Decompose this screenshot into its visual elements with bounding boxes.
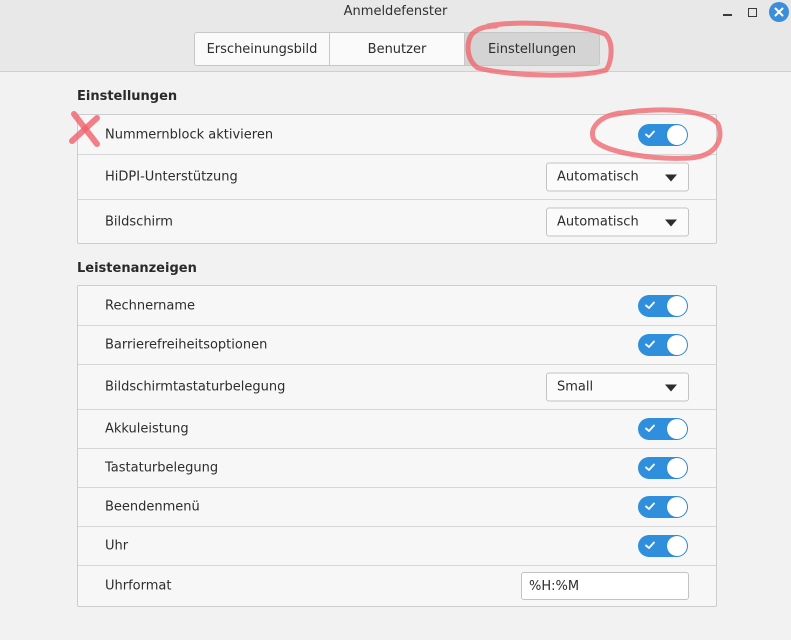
row-akkuleistung: Akkuleistung	[78, 410, 716, 449]
section-title-leistenanzeigen: Leistenanzeigen	[77, 261, 197, 276]
title-bar: Anmeldefenster Erscheinungsbild Benutzer…	[0, 0, 791, 72]
tab-einstellungen[interactable]: Einstellungen	[465, 33, 599, 65]
check-icon	[645, 541, 655, 549]
dropdown-value: Automatisch	[557, 214, 639, 229]
row-label: Beendenmenü	[105, 499, 200, 515]
caret-down-icon	[665, 219, 677, 226]
row-uhr: Uhr	[78, 527, 716, 566]
row-hidpi: HiDPI-Unterstützung Automatisch	[78, 155, 716, 200]
tab-erscheinungsbild[interactable]: Erscheinungsbild	[195, 33, 330, 65]
switch-knob	[667, 458, 687, 478]
settings-panel: Nummernblock aktivieren HiDPI-Unterstütz…	[77, 114, 717, 244]
window-title: Anmeldefenster	[343, 4, 448, 19]
row-rechnername: Rechnername	[78, 286, 716, 326]
minimize-icon	[722, 14, 732, 16]
check-icon	[645, 463, 655, 471]
switch-knob	[667, 295, 687, 316]
close-icon	[774, 7, 784, 17]
panel-indicators: Rechnername Barrierefreiheitsoptionen Bi…	[77, 285, 717, 607]
row-label: Bildschirmtastaturbelegung	[105, 379, 286, 395]
row-label: HiDPI-Unterstützung	[105, 169, 238, 185]
row-label: Uhrformat	[105, 578, 172, 594]
quit-menu-switch[interactable]	[638, 496, 688, 518]
check-icon	[645, 502, 655, 510]
section-title-einstellungen: Einstellungen	[77, 89, 178, 104]
row-label: Akkuleistung	[105, 421, 189, 437]
caret-down-icon	[665, 174, 677, 182]
clock-format-input[interactable]	[521, 572, 689, 600]
maximize-button[interactable]	[742, 2, 762, 22]
check-icon	[645, 130, 655, 138]
switch-knob	[667, 419, 687, 439]
switch-knob	[667, 536, 687, 556]
row-uhrformat: Uhrformat	[78, 566, 716, 606]
row-barrierefreiheit: Barrierefreiheitsoptionen	[78, 326, 716, 365]
check-icon	[645, 301, 655, 309]
row-label: Tastaturbelegung	[105, 460, 219, 476]
row-tastaturbelegung: Tastaturbelegung	[78, 449, 716, 488]
minimize-button[interactable]	[717, 2, 737, 22]
row-tastaturbelegung-screen: Bildschirmtastaturbelegung Small	[78, 365, 716, 410]
row-label: Barrierefreiheitsoptionen	[105, 337, 268, 353]
check-icon	[645, 340, 655, 348]
onscreen-keyboard-dropdown[interactable]: Small	[546, 372, 689, 402]
numlock-switch[interactable]	[638, 123, 688, 146]
clock-switch[interactable]	[638, 535, 688, 557]
row-nummernblock: Nummernblock aktivieren	[78, 115, 716, 155]
keyboard-layout-switch[interactable]	[638, 457, 688, 479]
row-label: Rechnername	[105, 298, 196, 313]
tab-benutzer[interactable]: Benutzer	[330, 33, 465, 65]
caret-down-icon	[665, 384, 677, 392]
maximize-icon	[747, 7, 757, 17]
row-label: Uhr	[105, 538, 129, 554]
row-label: Bildschirm	[105, 214, 173, 229]
check-icon	[645, 424, 655, 432]
hostname-switch[interactable]	[638, 294, 688, 317]
switch-knob	[667, 497, 687, 517]
close-button[interactable]	[769, 2, 789, 22]
switch-knob	[667, 335, 687, 355]
switch-knob	[667, 124, 687, 145]
row-label: Nummernblock aktivieren	[105, 127, 274, 142]
row-beendenmenue: Beendenmenü	[78, 488, 716, 527]
dropdown-value: Small	[557, 379, 594, 395]
accessibility-switch[interactable]	[638, 334, 688, 356]
row-bildschirm: Bildschirm Automatisch	[78, 200, 716, 243]
screen-dropdown[interactable]: Automatisch	[546, 207, 689, 236]
tab-bar: Erscheinungsbild Benutzer Einstellungen	[194, 32, 600, 66]
battery-switch[interactable]	[638, 418, 688, 440]
dropdown-value: Automatisch	[557, 169, 639, 185]
hidpi-dropdown[interactable]: Automatisch	[546, 162, 689, 192]
